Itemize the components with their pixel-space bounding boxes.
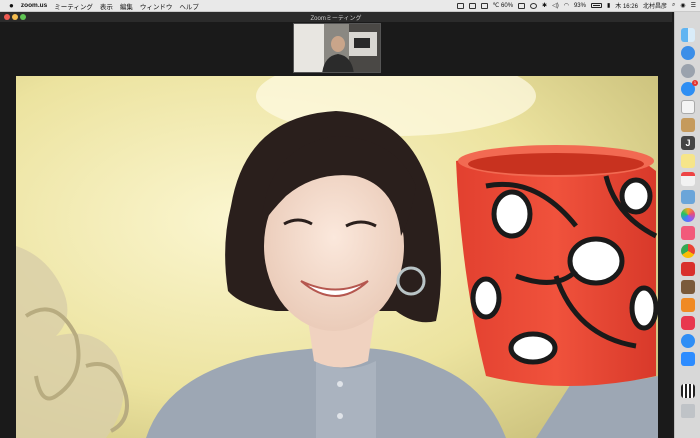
menu-view[interactable]: 表示 (100, 1, 113, 11)
notification-center-icon[interactable]: ☰ (691, 2, 696, 9)
notebook-icon[interactable] (681, 280, 695, 294)
active-speaker-video[interactable] (16, 76, 658, 438)
chrome-icon[interactable] (681, 244, 695, 258)
participant-thumbnail[interactable] (293, 23, 381, 73)
dock: 1 J (674, 12, 700, 438)
books-icon[interactable] (681, 298, 695, 312)
app-store-icon[interactable]: 1 (681, 80, 698, 96)
menu-edit[interactable]: 編集 (120, 1, 133, 11)
qr-icon[interactable] (681, 384, 695, 398)
safari-icon[interactable] (681, 46, 695, 60)
music-icon[interactable] (681, 226, 695, 240)
menu-meeting[interactable]: ミーティング (54, 1, 93, 11)
window-titlebar: Zoomミーティング (0, 12, 672, 22)
volume-icon[interactable]: ◁) (552, 2, 559, 9)
participant-video (294, 24, 380, 72)
notification-badge: 1 (692, 80, 698, 86)
menu-window[interactable]: ウィンドウ (140, 1, 173, 11)
search-icon[interactable]: ⌕ (672, 2, 675, 9)
trash-icon[interactable] (681, 404, 695, 418)
weather-status[interactable]: ℃ 60% (493, 2, 513, 9)
app-menu[interactable]: zoom.us (21, 2, 47, 9)
screen-icon[interactable] (518, 2, 526, 9)
notes-icon[interactable] (681, 100, 695, 114)
window-title: Zoomミーティング (310, 16, 362, 22)
contacts-icon[interactable] (681, 118, 695, 132)
menu-bar: ● zoom.us ミーティング 表示 編集 ウィンドウ ヘルプ ℃ 60% ✱… (0, 0, 700, 12)
preview-icon[interactable] (681, 190, 695, 204)
calendar-icon[interactable] (681, 172, 695, 186)
menubar-clock[interactable]: 木 16:26 (615, 1, 638, 10)
zoom-window: Zoomミーティング (0, 12, 672, 438)
wifi-icon[interactable]: ◠ (564, 2, 569, 9)
bluetooth-icon[interactable]: ✱ (542, 2, 547, 9)
stickies-icon[interactable] (681, 154, 695, 168)
flag-icon[interactable]: ▮ (607, 2, 610, 9)
launchpad-icon[interactable] (681, 64, 695, 78)
status-area: ℃ 60% ✱ ◁) ◠ 93% ▮ 木 16:26 北村昌彦 ⌕ ◉ ☰ (456, 0, 696, 11)
battery-percent[interactable]: 93% (574, 3, 586, 9)
clock-icon[interactable] (530, 2, 538, 9)
siri-icon[interactable]: ◉ (680, 2, 685, 9)
speaker-video-frame (16, 76, 658, 438)
menubar-extra-icon[interactable] (480, 2, 488, 9)
menubar-extra-icon[interactable] (468, 2, 476, 9)
finder-icon[interactable] (681, 28, 695, 42)
apple-icon[interactable]: ● (9, 1, 14, 10)
user-name[interactable]: 北村昌彦 (643, 1, 667, 10)
menubar-extra-icon[interactable] (456, 2, 464, 9)
zoom-icon[interactable] (681, 352, 695, 366)
battery-icon[interactable] (590, 3, 602, 8)
pocket-icon[interactable] (681, 316, 695, 330)
photos-icon[interactable] (681, 208, 695, 222)
menu-help[interactable]: ヘルプ (179, 1, 199, 11)
jedit-icon[interactable]: J (681, 136, 695, 150)
messages-icon[interactable] (681, 334, 695, 348)
pdf-icon[interactable] (681, 262, 695, 276)
